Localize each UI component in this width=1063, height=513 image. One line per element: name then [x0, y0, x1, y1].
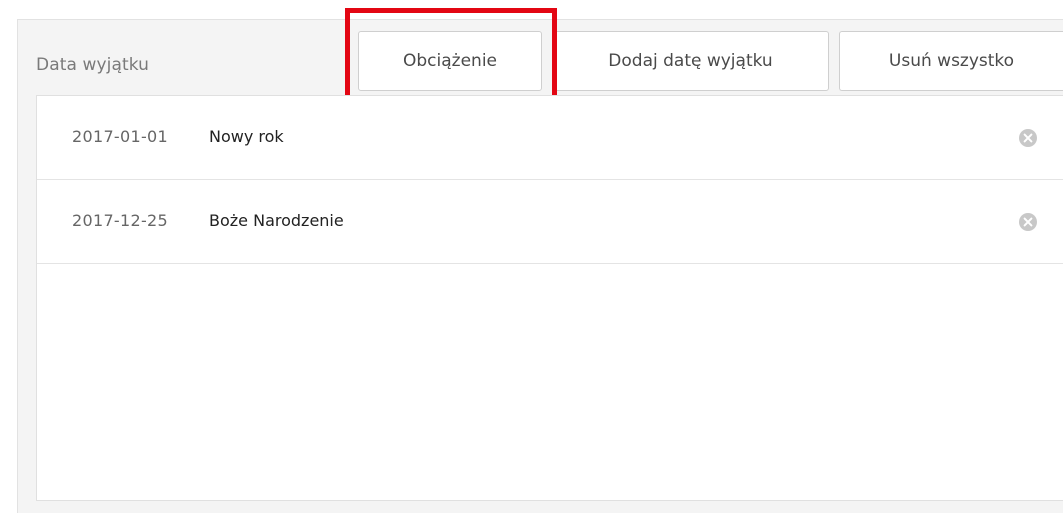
list-item: 2017-12-25 Boże Narodzenie: [37, 180, 1063, 264]
load-button[interactable]: Obciążenie: [358, 31, 542, 91]
exception-date: 2017-12-25: [72, 211, 168, 230]
exception-name: Nowy rok: [209, 127, 284, 146]
exception-list: 2017-01-01 Nowy rok 2017-12-25 Boże Naro…: [36, 95, 1063, 501]
remove-circle-icon[interactable]: [1019, 129, 1037, 147]
section-label: Data wyjątku: [36, 55, 150, 75]
delete-all-button[interactable]: Usuń wszystko: [839, 31, 1063, 91]
list-item: 2017-01-01 Nowy rok: [37, 96, 1063, 180]
exception-name: Boże Narodzenie: [209, 211, 344, 230]
add-exception-date-button[interactable]: Dodaj datę wyjątku: [552, 31, 829, 91]
exception-date: 2017-01-01: [72, 127, 168, 146]
remove-circle-icon[interactable]: [1019, 213, 1037, 231]
